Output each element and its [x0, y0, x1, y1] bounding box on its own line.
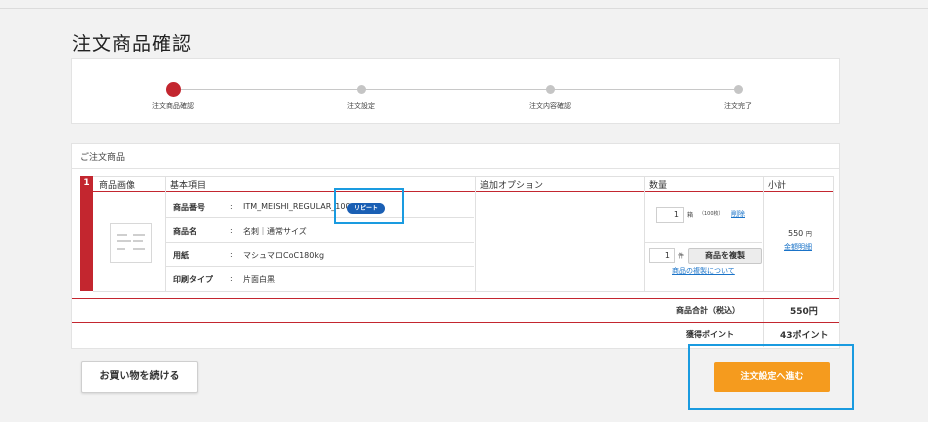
step-dot-2	[357, 85, 366, 94]
total-value: 550円	[790, 307, 818, 317]
step-dot-3	[546, 85, 555, 94]
detail-row-line	[166, 266, 474, 267]
step-label-complete: 注文完了	[724, 102, 752, 110]
subtotal-unit: 円	[805, 231, 812, 238]
duplicate-unit: 件	[678, 253, 685, 260]
about-duplicate-link[interactable]: 商品の複製について	[672, 266, 735, 276]
delete-link[interactable]: 削除	[731, 209, 745, 219]
col-divider	[833, 176, 834, 291]
detail-label-item-code: 商品番号	[173, 203, 205, 212]
detail-row-line	[166, 242, 474, 243]
continue-shopping-button[interactable]: お買い物を続ける	[81, 361, 198, 393]
step-label-confirm-order: 注文内容確認	[529, 102, 571, 110]
step-label-order-settings: 注文設定	[347, 102, 375, 110]
highlight-box-repeat	[334, 188, 404, 224]
summary-middle-line	[72, 322, 839, 323]
top-divider	[0, 8, 928, 9]
col-divider	[475, 176, 476, 291]
quantity-note: （100枚）	[699, 211, 724, 217]
row-number-bar	[80, 176, 93, 291]
quantity-input[interactable]: 1	[656, 207, 684, 223]
order-items-card: ご注文商品 1 商品画像 基本項目 追加オプション 数量 小計 商品番号 : I…	[71, 143, 840, 349]
col-divider	[763, 176, 764, 291]
progress-stepper: 注文商品確認 注文設定 注文内容確認 注文完了	[71, 58, 840, 124]
stepper-line	[173, 89, 738, 90]
points-value: 43ポイント	[780, 331, 829, 341]
col-header-basic: 基本項目	[170, 181, 207, 191]
detail-separator: :	[230, 226, 233, 235]
detail-separator: :	[230, 250, 233, 259]
col-header-options: 追加オプション	[480, 181, 544, 191]
col-divider	[644, 176, 645, 291]
price-detail-link[interactable]: 金額明細	[784, 242, 812, 252]
step-dot-4	[734, 85, 743, 94]
qty-row-line	[645, 242, 762, 243]
summary-top-line	[72, 298, 839, 299]
page-title: 注文商品確認	[72, 33, 193, 55]
header-bottom-line	[93, 191, 833, 192]
product-thumbnail[interactable]	[110, 223, 152, 263]
table-top-line	[93, 176, 833, 177]
summary-divider	[763, 299, 764, 347]
total-label: 商品合計（税込）	[676, 306, 740, 315]
table-bottom-line	[93, 291, 833, 292]
points-label: 獲得ポイント	[686, 330, 734, 339]
detail-label-product-name: 商品名	[173, 227, 197, 236]
order-section-title: ご注文商品	[80, 153, 126, 163]
step-label-confirm-items: 注文商品確認	[152, 102, 194, 110]
step-dot-1-active	[166, 82, 181, 97]
col-header-subtotal: 小計	[768, 181, 787, 191]
detail-value-paper: マシュマロCoC180kg	[243, 251, 325, 260]
detail-label-paper: 用紙	[173, 251, 189, 260]
detail-row-line	[166, 217, 474, 218]
detail-label-print-type: 印刷タイプ	[173, 275, 213, 284]
detail-value-print-type: 片面白黒	[243, 275, 275, 284]
detail-separator: :	[230, 274, 233, 283]
row-number: 1	[83, 178, 90, 188]
col-header-quantity: 数量	[649, 181, 668, 191]
duplicate-count-input[interactable]: 1	[649, 248, 675, 263]
quantity-unit: 箱	[687, 212, 694, 219]
section-divider	[72, 168, 839, 169]
highlight-box-proceed	[688, 344, 854, 410]
col-header-image: 商品画像	[99, 181, 136, 191]
col-divider	[165, 176, 166, 291]
detail-value-product-name: 名刺｜通常サイズ	[243, 227, 307, 236]
detail-separator: :	[230, 202, 233, 211]
duplicate-item-button[interactable]: 商品を複製	[688, 248, 762, 264]
subtotal-value: 550	[788, 229, 804, 238]
subtotal-amount: 550 円	[788, 229, 812, 238]
